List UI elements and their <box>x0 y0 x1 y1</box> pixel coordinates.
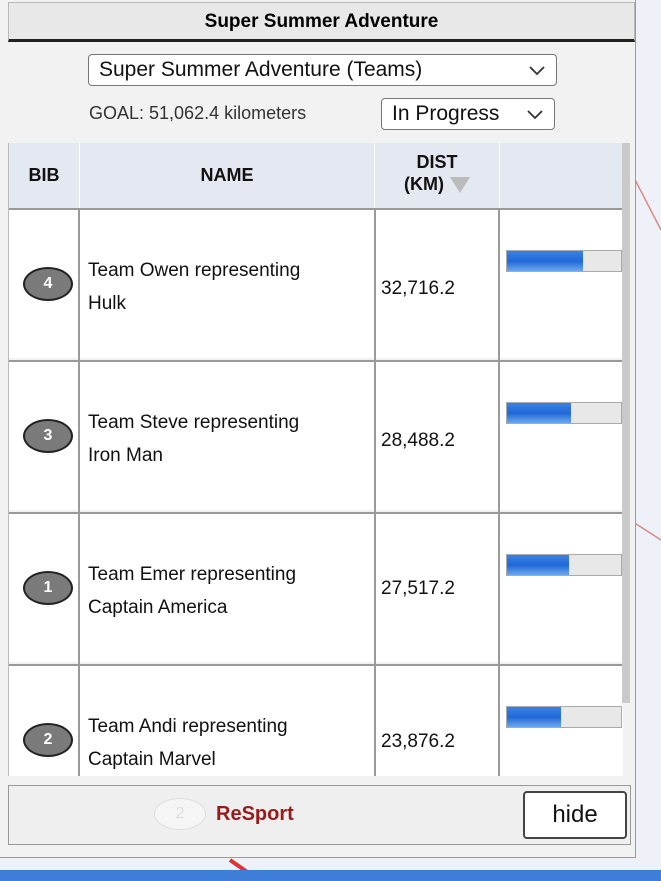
distance-value: 28,488.2 <box>381 430 455 451</box>
leaderboard-table: BIB NAME DIST (KM) 4 Team Owen represent… <box>8 143 632 776</box>
team-name-line: Team Owen representing <box>88 260 301 281</box>
team-name: Team Andi representing Captain Marvel <box>88 710 368 776</box>
progress-bar <box>506 250 622 272</box>
team-name-line: Team Emer representing <box>88 564 297 585</box>
table-row[interactable]: 2 Team Andi representing Captain Marvel … <box>9 664 623 776</box>
progress-fill <box>507 403 571 423</box>
progress-bar <box>506 554 622 576</box>
header-bib: BIB <box>28 165 60 185</box>
table-scrollbar[interactable] <box>622 143 630 703</box>
panel-footer: 2 ReSport hide <box>8 785 631 845</box>
footer-bib-badge: 2 <box>154 798 206 830</box>
distance-value: 23,876.2 <box>381 731 455 752</box>
table-row[interactable]: 4 Team Owen representing Hulk 32,716.2 <box>9 208 623 360</box>
team-character: Iron Man <box>88 445 163 466</box>
header-name: NAME <box>200 165 254 185</box>
team-character: Captain America <box>88 597 228 618</box>
bib-badge: 3 <box>23 419 73 453</box>
status-select-value: In Progress <box>392 102 500 125</box>
sort-descending-icon[interactable] <box>449 177 470 194</box>
panel-title: Super Summer Adventure <box>8 2 635 42</box>
event-select-value: Super Summer Adventure (Teams) <box>99 58 423 81</box>
status-select[interactable]: In Progress <box>381 98 555 130</box>
header-dist[interactable]: DIST (KM) <box>375 143 499 208</box>
leaderboard-panel: Super Summer Adventure Super Summer Adve… <box>0 0 636 858</box>
hide-button[interactable]: hide <box>523 791 627 839</box>
progress-fill <box>507 251 584 271</box>
header-dist-unit: (KM) <box>404 174 444 194</box>
header-dist-label: DIST <box>416 152 458 172</box>
progress-bar <box>506 402 622 424</box>
distance-value: 27,517.2 <box>381 578 455 599</box>
progress-fill <box>507 707 561 727</box>
table-row[interactable]: 1 Team Emer representing Captain America… <box>9 512 623 664</box>
table-header: BIB NAME DIST (KM) <box>9 143 623 208</box>
resport-logo[interactable]: ReSport <box>216 803 294 826</box>
progress-fill <box>507 555 569 575</box>
goal-text: GOAL: 51,062.4 kilometers <box>89 103 307 123</box>
team-character: Captain Marvel <box>88 749 216 770</box>
team-name-line: Team Andi representing <box>88 716 288 737</box>
team-name: Team Emer representing Captain America <box>88 558 368 624</box>
team-name-line: Team Steve representing <box>88 412 300 433</box>
bib-badge: 4 <box>23 267 73 301</box>
chevron-down-icon <box>526 99 544 138</box>
bib-badge: 1 <box>23 571 73 605</box>
team-name: Team Owen representing Hulk <box>88 254 368 320</box>
event-select[interactable]: Super Summer Adventure (Teams) <box>88 54 557 86</box>
team-name: Team Steve representing Iron Man <box>88 406 368 472</box>
team-character: Hulk <box>88 293 127 314</box>
progress-bar <box>506 706 622 728</box>
table-row[interactable]: 3 Team Steve representing Iron Man 28,48… <box>9 360 623 512</box>
distance-value: 32,716.2 <box>381 278 455 299</box>
chevron-down-icon <box>528 55 546 94</box>
bib-badge: 2 <box>23 723 73 757</box>
